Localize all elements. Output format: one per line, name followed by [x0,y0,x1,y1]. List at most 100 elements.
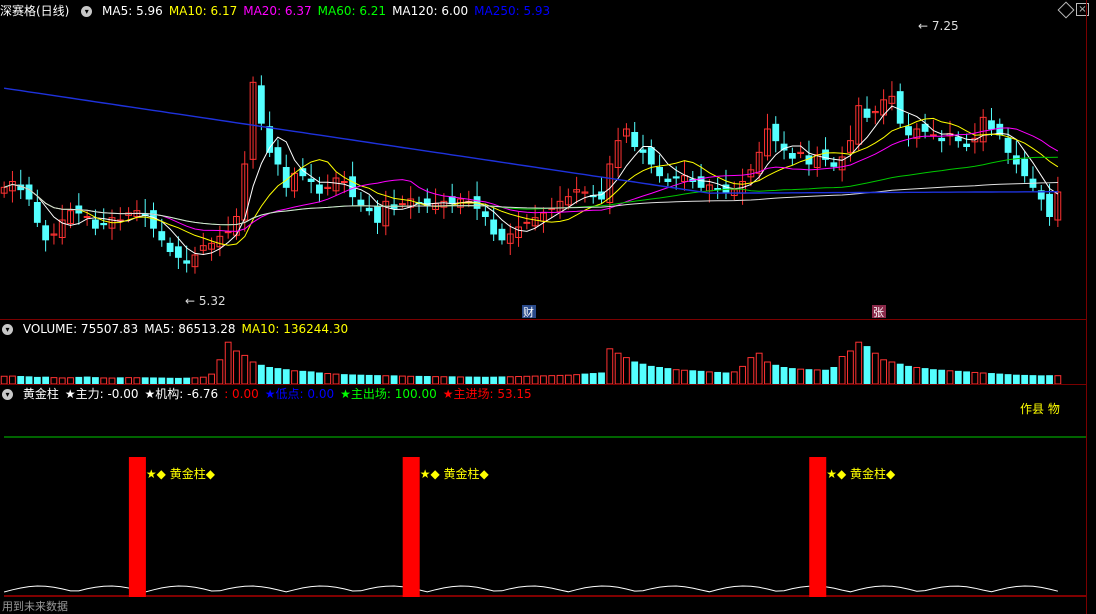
volume-bar [855,341,863,384]
volume-bar [913,367,921,384]
volume-bar [664,368,672,384]
candle-body [639,149,647,153]
volume-bar [672,369,680,384]
candle-body [863,108,871,118]
volume-bar [730,371,738,384]
volume-bar [407,375,415,384]
candle-body [656,167,664,177]
ma-legend-item-2: MA20: 6.37 [243,4,312,18]
candle-body [83,216,91,218]
volume-bar [307,371,315,384]
volume-bar [979,372,987,384]
candle-body [954,136,962,142]
candle-body [174,246,182,258]
volume-bar [822,369,829,384]
volume-bar [432,376,439,384]
volume-bar [498,376,506,384]
candle-body [158,231,166,241]
volume-bar [1046,375,1053,384]
candle-body [257,85,265,124]
volume-bar [382,375,390,384]
collapse-toggle-icon[interactable]: ▾ [81,6,93,17]
indicator-legend-item-5: ★主出场: 100.00 [340,387,437,401]
volume-bar [1054,375,1062,384]
candle-body [963,143,970,147]
candle-body [988,120,995,130]
volume-bar [780,367,788,384]
candle-body [830,162,838,167]
volume-bar [316,372,323,384]
volume-bar [880,359,888,384]
volume-bar [863,346,871,384]
volume-bar [681,369,688,384]
candle-body [905,126,912,136]
volume-bar [398,375,406,384]
volume-bar [0,375,8,384]
volume-bar [581,373,589,384]
volume-bar [540,375,547,384]
volume-bar [473,376,481,384]
zhang-label: 张 [873,306,884,318]
candle-body [647,147,655,165]
candle-body [307,178,315,183]
volume-bar [224,341,232,384]
candle-body [224,231,232,234]
volume-bar [838,356,846,384]
candle-body [1012,155,1020,165]
volume-bar [17,376,25,384]
volume-bar [606,348,614,384]
ma-legend: MA5: 5.96 MA10: 6.17 MA20: 6.37 MA60: 6.21 M… [102,4,556,18]
volume-bar [589,373,597,384]
volume-bar [847,350,854,384]
indicator-toggle-icon[interactable]: ▾ [2,389,13,400]
candle-body [938,137,946,142]
ma-legend-item-5: MA250: 5.93 [474,4,551,18]
golden-column-label: ★◆ 黄金柱◆ [420,466,490,481]
close-icon[interactable]: × [1076,3,1089,16]
low-marker: ← 5.32 [185,294,226,308]
candle-body [1021,158,1029,177]
volume-bar [722,372,730,384]
candle-body [929,134,937,137]
ma-legend-item-1: MA10: 6.17 [168,4,238,18]
volume-bar [374,375,381,384]
volume-bar [249,361,257,384]
candle-body [357,199,365,206]
volume-bar [656,367,664,384]
ma60-line [3,156,1058,226]
volume-bar [291,370,298,384]
ma120-line [3,182,1058,226]
volume-bar [963,371,970,384]
volume-bar [9,375,16,384]
indicator-legend: 黄金柱 ★主力: -0.00 ★机构: -6.76: 0.00 ★低点: 0.00 ★主… [23,387,538,401]
volume-bar [705,371,713,384]
volume-bar [241,354,249,384]
volume-bar [233,350,240,384]
cai-label: 财 [523,305,534,318]
volume-bar [457,376,464,384]
volume-toggle-icon[interactable]: ▾ [2,324,13,335]
volume-bar [75,376,83,384]
volume-chart [0,341,1062,384]
volume-bar [266,367,274,384]
volume-bar [282,369,290,384]
volume-bar [83,376,91,384]
candle-body [896,91,904,124]
candle-body [340,181,348,183]
volume-bar [33,376,41,384]
golden-column [128,457,146,597]
candle-body [166,242,174,252]
volume-bar [946,370,954,384]
candle-body [92,219,99,229]
indicator-legend-item-4: ★低点: 0.00 [264,387,335,401]
volume-bar [440,376,448,384]
volume-bar [332,373,340,384]
volume-bar [747,357,755,384]
golden-column-label: ★◆ 黄金柱◆ [146,466,216,481]
candle-body [33,202,41,223]
volume-bar [1037,375,1045,384]
volume-bar [365,374,373,384]
diamond-icon[interactable] [1057,1,1075,19]
candle-body [25,184,33,200]
volume-bar [465,376,473,384]
